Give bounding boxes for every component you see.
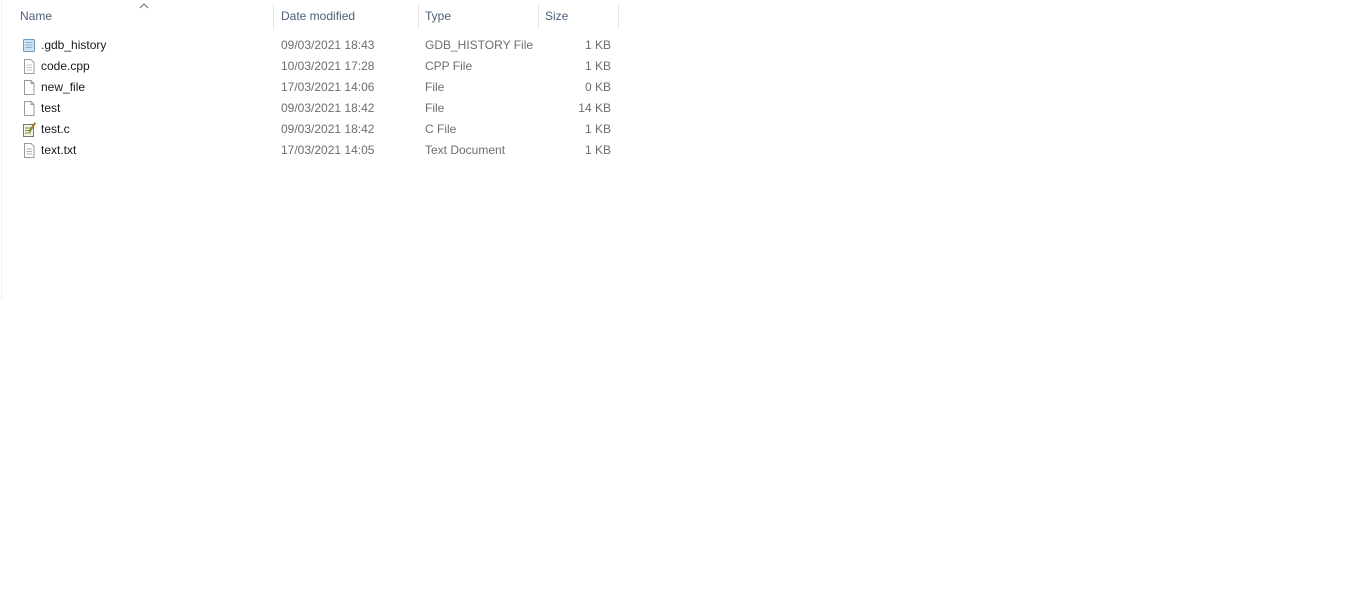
file-date: 10/03/2021 17:28 bbox=[281, 59, 375, 73]
file-date: 09/03/2021 18:42 bbox=[281, 122, 375, 136]
file-row[interactable]: test 09/03/2021 18:42 File 14 KB bbox=[0, 98, 620, 119]
column-header-size[interactable]: Size bbox=[539, 0, 619, 33]
file-size: 1 KB bbox=[584, 143, 611, 157]
file-date: 17/03/2021 14:05 bbox=[281, 143, 375, 157]
file-type: GDB_HISTORY File bbox=[425, 38, 534, 52]
column-header-date-label: Date modified bbox=[281, 9, 356, 23]
file-rows: .gdb_history 09/03/2021 18:43 GDB_HISTOR… bbox=[0, 35, 620, 161]
file-date: 17/03/2021 14:06 bbox=[281, 80, 375, 94]
blank-file-icon bbox=[22, 80, 36, 95]
file-size: 1 KB bbox=[584, 122, 611, 136]
c-source-file-icon bbox=[22, 122, 36, 137]
column-header-type-label: Type bbox=[425, 9, 452, 23]
file-name: test.c bbox=[41, 122, 70, 136]
column-header-row: Name Date modified Type Size bbox=[0, 0, 620, 33]
file-size: 1 KB bbox=[584, 59, 611, 73]
file-row[interactable]: test.c 09/03/2021 18:42 C File 1 KB bbox=[0, 119, 620, 140]
file-name-cell: test.c bbox=[20, 119, 270, 140]
file-type: File bbox=[425, 101, 445, 115]
file-size: 1 KB bbox=[584, 38, 611, 52]
blank-file-icon bbox=[22, 101, 36, 116]
text-file-icon bbox=[22, 59, 36, 74]
file-row[interactable]: code.cpp 10/03/2021 17:28 CPP File 1 KB bbox=[0, 56, 620, 77]
file-name-cell: test bbox=[20, 98, 270, 119]
file-row[interactable]: text.txt 17/03/2021 14:05 Text Document … bbox=[0, 140, 620, 161]
file-name: code.cpp bbox=[41, 59, 90, 73]
file-type: File bbox=[425, 80, 445, 94]
generic-file-icon bbox=[22, 38, 36, 53]
file-row[interactable]: .gdb_history 09/03/2021 18:43 GDB_HISTOR… bbox=[0, 35, 620, 56]
file-name-cell: .gdb_history bbox=[20, 35, 270, 56]
column-divider[interactable] bbox=[618, 4, 619, 29]
file-name-cell: text.txt bbox=[20, 140, 270, 161]
file-type: C File bbox=[425, 122, 457, 136]
file-name-cell: code.cpp bbox=[20, 56, 270, 77]
file-name-cell: new_file bbox=[20, 77, 270, 98]
column-header-name[interactable]: Name bbox=[0, 0, 274, 33]
file-name: test bbox=[41, 101, 61, 115]
file-date: 09/03/2021 18:43 bbox=[281, 38, 375, 52]
text-file-icon bbox=[22, 143, 36, 158]
column-header-name-label: Name bbox=[20, 9, 53, 23]
file-type: Text Document bbox=[425, 143, 506, 157]
file-name: new_file bbox=[41, 80, 86, 94]
file-row[interactable]: new_file 17/03/2021 14:06 File 0 KB bbox=[0, 77, 620, 98]
column-header-size-label: Size bbox=[545, 9, 569, 23]
column-divider[interactable] bbox=[273, 4, 274, 29]
file-size: 0 KB bbox=[584, 80, 611, 94]
file-type: CPP File bbox=[425, 59, 473, 73]
file-size: 14 KB bbox=[578, 101, 611, 115]
column-header-date[interactable]: Date modified bbox=[275, 0, 419, 33]
column-header-type[interactable]: Type bbox=[419, 0, 539, 33]
file-list-pane: Name Date modified Type Size .gdb_histor… bbox=[0, 0, 1355, 596]
file-name: text.txt bbox=[41, 143, 77, 157]
file-name: .gdb_history bbox=[41, 38, 107, 52]
file-date: 09/03/2021 18:42 bbox=[281, 101, 375, 115]
